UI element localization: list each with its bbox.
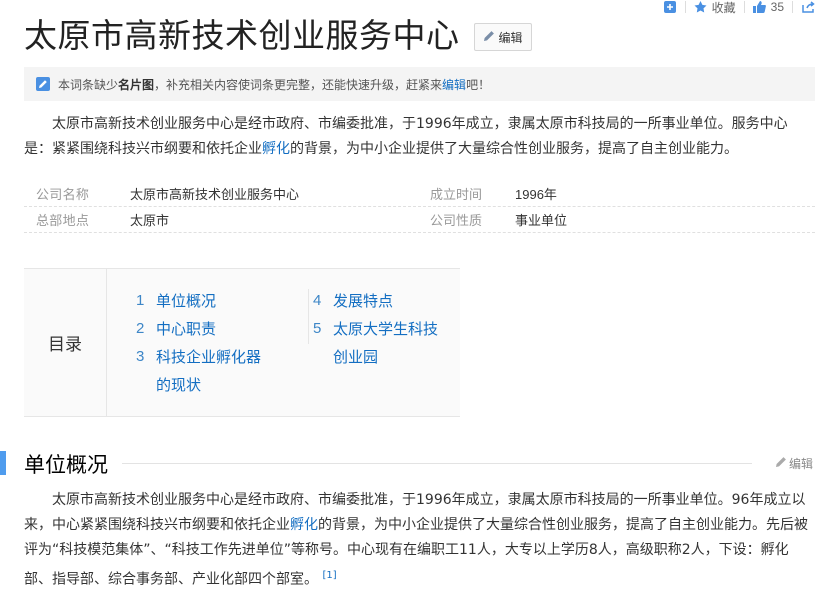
divider (792, 1, 793, 13)
info-key: 公司性质 (430, 213, 483, 228)
info-value: 太原市高新技术创业服务中心 (130, 187, 300, 202)
info-row: 公司名称 太原市高新技术创业服务中心 成立时间 1996年 (24, 181, 815, 207)
plus-square-icon (663, 1, 677, 13)
toc-item-2[interactable]: 2 中心职责 (136, 315, 261, 343)
reference-link[interactable]: [1] (322, 570, 336, 581)
share-button[interactable] (801, 0, 815, 14)
add-button[interactable] (663, 0, 677, 14)
toc-label: 目录 (24, 269, 107, 416)
toc-item-5[interactable]: 5 太原大学生科技 (313, 315, 438, 343)
section-edit-label: 编辑 (789, 457, 814, 471)
section-accent-bar (0, 451, 6, 475)
pencil-icon (483, 30, 495, 45)
basic-info-table: 公司名称 太原市高新技术创业服务中心 成立时间 1996年 总部地点 太原市 公… (24, 181, 815, 233)
info-key: 公司名称 (36, 187, 90, 202)
info-key: 总部地点 (36, 213, 90, 228)
toc-num (313, 343, 333, 371)
page-title: 太原市高新技术创业服务中心 (24, 16, 460, 55)
toc-item-3-cont[interactable]: 的现状 (136, 371, 261, 399)
pencil-icon (775, 456, 787, 471)
toc-column-right: 4 发展特点 5 太原大学生科技 创业园 (313, 287, 438, 371)
incubation-link[interactable]: 孵化 (262, 141, 290, 157)
toc-text: 的现状 (156, 376, 202, 394)
collect-button[interactable]: 收藏 (694, 0, 736, 15)
intro-paragraph: 太原市高新技术创业服务中心是经市政府、市编委批准，于1996年成立，隶属太原市科… (24, 112, 814, 162)
share-icon (801, 1, 815, 13)
toc-num: 5 (313, 320, 322, 337)
top-toolbar: 收藏 35 (663, 0, 815, 15)
notice-prefix: 本词条缺少 (58, 77, 119, 92)
edit-button[interactable]: 编辑 (473, 23, 532, 51)
title-row: 太原市高新技术创业服务中心 编辑 (24, 14, 532, 58)
toc-num: 4 (313, 292, 322, 309)
edit-notice-icon (36, 77, 50, 91)
like-button[interactable]: 35 (753, 0, 784, 14)
missing-image-notice: 本词条缺少 名片图 ，补充相关内容使词条更完整，还能快速升级，赶紧来 编辑 吧！ (24, 67, 815, 101)
toc-column-left: 1 单位概况 2 中心职责 3 科技企业孵化器 的现状 (136, 287, 261, 399)
notice-bold: 名片图 (118, 77, 155, 92)
info-value: 1996年 (515, 187, 557, 202)
toc-divider (308, 289, 309, 344)
toc-text: 创业园 (333, 348, 379, 366)
like-count: 35 (770, 0, 784, 14)
thumbs-up-icon (753, 1, 767, 13)
notice-suffix: 吧！ (466, 77, 491, 92)
intro-text-2: 的背景，为中小企业提供了大量综合性创业服务，提高了自主创业能力。 (290, 141, 738, 157)
notice-middle: ，补充相关内容使词条更完整，还能快速升级，赶紧来 (154, 77, 443, 92)
collect-label: 收藏 (711, 0, 736, 15)
divider (684, 1, 686, 13)
info-value: 太原市 (130, 213, 170, 228)
divider (743, 1, 745, 13)
toc-text: 科技企业孵化器 (156, 348, 262, 366)
toc-text: 发展特点 (333, 292, 394, 310)
toc-item-4[interactable]: 4 发展特点 (313, 287, 438, 315)
toc-num: 3 (136, 348, 145, 365)
notice-edit-link[interactable]: 编辑 (442, 76, 466, 93)
incubation-link[interactable]: 孵化 (290, 517, 318, 533)
toc-text: 单位概况 (156, 292, 217, 310)
toc-text: 太原大学生科技 (333, 320, 439, 338)
star-icon (694, 1, 708, 13)
toc-item-1[interactable]: 1 单位概况 (136, 287, 261, 315)
toc-text: 中心职责 (156, 320, 217, 338)
info-value: 事业单位 (515, 213, 568, 228)
section-divider (122, 463, 752, 464)
toc-num: 2 (136, 320, 145, 337)
section-paragraph: 太原市高新技术创业服务中心是经市政府、市编委批准，于1996年成立，隶属太原市科… (24, 488, 814, 593)
toc-num: 1 (136, 292, 145, 309)
toc-item-5-cont[interactable]: 创业园 (313, 343, 438, 371)
edit-label: 编辑 (498, 30, 523, 45)
toc-num (136, 371, 156, 399)
table-of-contents: 目录 1 单位概况 2 中心职责 3 科技企业孵化器 的现状 4 发展特点 5 太原大学生… (24, 268, 460, 417)
toc-item-3[interactable]: 3 科技企业孵化器 (136, 343, 261, 371)
section-title: 单位概况 (24, 453, 108, 477)
info-row: 总部地点 太原市 公司性质 事业单位 (24, 207, 815, 233)
info-key: 成立时间 (430, 187, 483, 202)
section-edit-button[interactable]: 编辑 (775, 455, 813, 472)
